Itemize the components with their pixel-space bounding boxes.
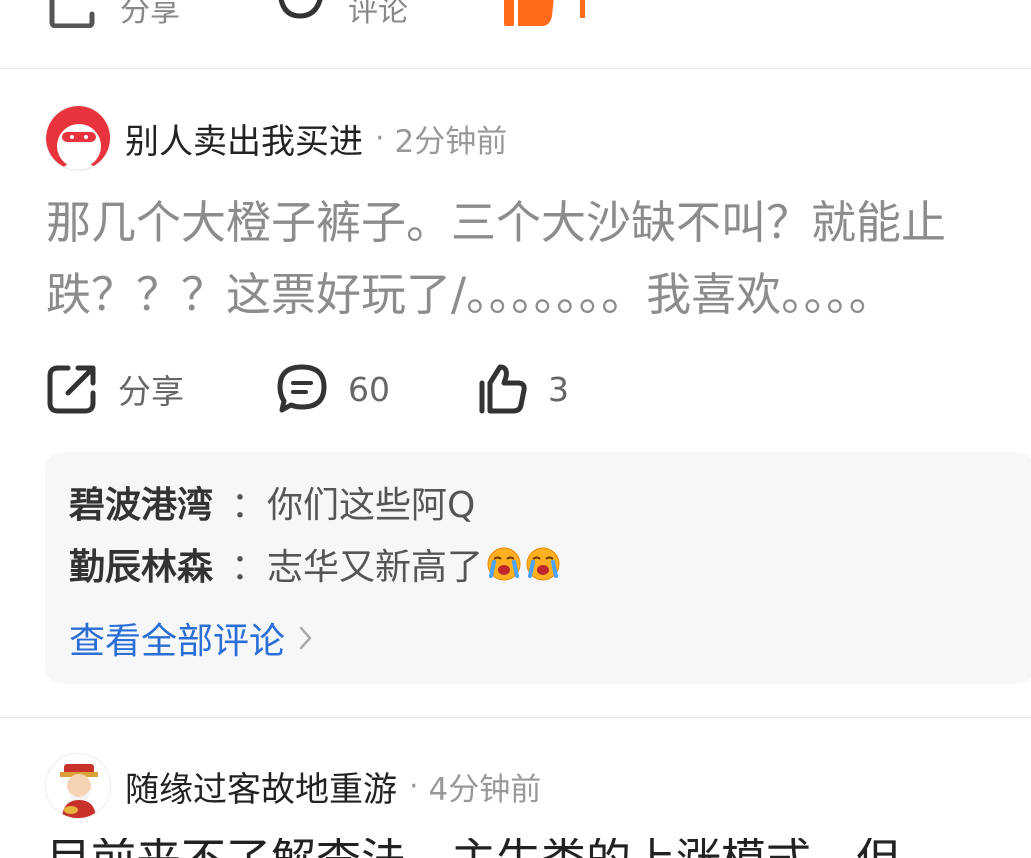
author-name[interactable]: 随缘过客故地重游 [125, 762, 397, 811]
view-all-comments-link[interactable]: 查看全部评论 [69, 612, 313, 664]
comment-item[interactable]: 碧波港湾 ： 你们这些阿Q [69, 476, 475, 528]
share-label: 分享 [118, 372, 184, 411]
comment-colon: ： [231, 547, 268, 588]
post-card: 随缘过客故地重游 · 4分钟前 目前来不了解查法，主生类的上涨模式，但 [0, 718, 1031, 858]
comment-text: 志华又新高了 [267, 547, 484, 588]
ninja-avatar-icon [46, 106, 110, 170]
post-body-line-1: 目前来不了解查法，主生类的上涨模式，但 [46, 838, 901, 858]
meta-separator: · [375, 120, 385, 156]
comment-user[interactable]: 勤辰林森 [69, 538, 213, 590]
post-time: 2分钟前 [394, 123, 508, 160]
like-button[interactable]: 3 [476, 359, 569, 419]
comment-icon [277, 364, 327, 413]
meta-separator: · [409, 768, 419, 804]
share-button[interactable]: 分享 [46, 359, 184, 419]
crying-emoji-icon [526, 547, 560, 581]
post-time: 4分钟前 [428, 771, 542, 808]
post-body-line-1: 那几个大橙子裤子。三个大沙缺不叫？就能止 [46, 196, 947, 249]
like-icon [479, 364, 527, 414]
view-all-label: 查看全部评论 [69, 621, 286, 662]
share-label-top: 分享 [120, 0, 180, 29]
post-author-row[interactable]: 别人卖出我买进 · 2分钟前 [45, 104, 507, 172]
comment-count: 60 [348, 369, 390, 409]
post-body[interactable]: 那几个大橙子裤子。三个大沙缺不叫？就能止 跌？？？这票好玩了/。。。。。。。我喜… [46, 187, 1021, 331]
chevron-right-icon [299, 626, 312, 650]
post-body-line-2: 跌？？？这票好玩了/。。。。。。。我喜欢。。。。 [46, 268, 894, 321]
post-actions: 分享 60 3 [46, 359, 946, 419]
author-name[interactable]: 别人卖出我买进 [125, 114, 363, 163]
fortune-god-avatar-icon [46, 754, 110, 818]
comment-user[interactable]: 碧波港湾 [69, 476, 213, 528]
post-card: 别人卖出我买进 · 2分钟前 那几个大橙子裤子。三个大沙缺不叫？就能止 跌？？？… [0, 69, 1031, 717]
comment-item[interactable]: 勤辰林森 ： 志华又新高了 [69, 538, 561, 590]
post-body-partial[interactable]: 目前来不了解查法，主生类的上涨模式，但 [46, 838, 1026, 858]
avatar[interactable] [45, 105, 111, 171]
avatar[interactable] [45, 753, 111, 819]
like-action-top-active[interactable] [502, 0, 592, 28]
share-icon [49, 0, 95, 28]
previous-post-actions: 分享 评论 [0, 0, 1031, 68]
post-author-row[interactable]: 随缘过客故地重游 · 4分钟前 [45, 752, 541, 820]
comment-text: 你们这些阿Q [267, 485, 476, 526]
share-icon [47, 365, 96, 414]
comment-action-top[interactable]: 评论 [276, 0, 408, 29]
like-count: 3 [548, 369, 569, 409]
share-action-top[interactable]: 分享 [48, 0, 180, 29]
crying-emoji-icon [487, 547, 521, 581]
like-icon [504, 0, 585, 26]
comment-label-top: 评论 [348, 0, 408, 29]
comment-icon [278, 0, 323, 19]
comment-preview-box[interactable]: 碧波港湾 ： 你们这些阿Q 勤辰林森 ： 志华又新高了 查看全部评论 [45, 452, 1031, 684]
comment-button[interactable]: 60 [276, 359, 390, 419]
comment-colon: ： [231, 485, 268, 526]
